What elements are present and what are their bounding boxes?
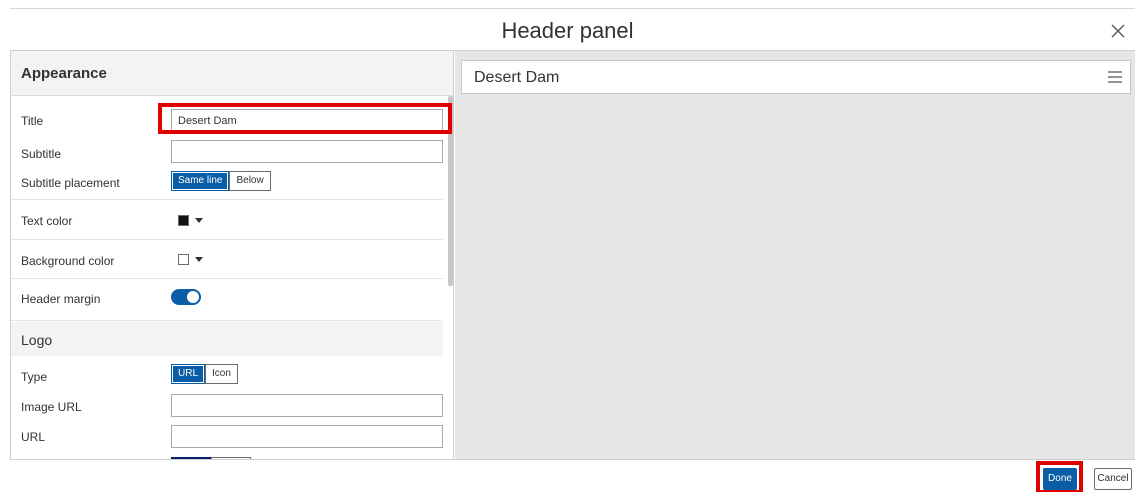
header-margin-toggle[interactable] (171, 289, 201, 305)
type-segmented: URL Icon (171, 364, 238, 384)
header-preview-panel: Desert Dam (455, 51, 1135, 459)
dialog-body: Appearance Title Subtitle Subtitle place… (10, 50, 1135, 460)
below-option[interactable]: Below (229, 171, 271, 191)
title-row: Title (11, 96, 443, 134)
title-input[interactable] (171, 109, 443, 132)
subtitle-placement-label: Subtitle placement (21, 176, 120, 190)
logo-heading: Logo (11, 322, 443, 356)
type-label: Type (21, 370, 48, 384)
appearance-heading: Appearance (11, 51, 453, 96)
text-color-label: Text color (21, 214, 73, 228)
header-margin-row: Header margin (11, 279, 443, 321)
url-row: URL (11, 420, 443, 452)
background-color-label: Background color (21, 254, 115, 268)
settings-scrollbar[interactable] (448, 96, 453, 286)
text-color-swatch[interactable] (178, 215, 189, 226)
background-color-row: Background color (11, 240, 443, 279)
image-url-row: Image URL (11, 390, 443, 420)
dialog-title: Header panel (501, 18, 634, 43)
icon-option[interactable]: Icon (205, 364, 238, 384)
toggle-knob (186, 290, 200, 304)
header-margin-label: Header margin (21, 292, 101, 306)
title-label: Title (21, 114, 44, 128)
background-color-dropdown-icon[interactable] (195, 257, 203, 262)
image-url-input[interactable] (171, 394, 443, 417)
url-option[interactable]: URL (171, 364, 206, 384)
text-color-dropdown-icon[interactable] (195, 218, 203, 223)
image-url-label: Image URL (21, 400, 82, 414)
close-icon[interactable] (1107, 20, 1129, 42)
subtitle-input[interactable] (171, 140, 443, 163)
done-button[interactable]: Done (1043, 468, 1077, 490)
background-color-swatch[interactable] (178, 254, 189, 265)
hamburger-menu-icon[interactable] (1108, 71, 1122, 83)
top-divider (10, 8, 1135, 9)
cut-off-row (11, 452, 443, 459)
subtitle-row: Subtitle (11, 134, 443, 164)
same-line-option[interactable]: Same line (171, 171, 230, 191)
cut-off-segment-on[interactable] (171, 457, 211, 459)
url-label: URL (21, 430, 46, 444)
preview-title: Desert Dam (474, 69, 560, 86)
subtitle-placement-row: Subtitle placement Same line Below (11, 164, 443, 200)
type-row: Type URL Icon (11, 356, 443, 390)
preview-header: Desert Dam (461, 60, 1131, 94)
cut-off-segment-off[interactable] (211, 457, 251, 459)
cancel-button[interactable]: Cancel (1094, 468, 1132, 490)
text-color-row: Text color (11, 200, 443, 240)
settings-panel: Appearance Title Subtitle Subtitle place… (11, 51, 454, 459)
url-input[interactable] (171, 425, 443, 448)
subtitle-placement-segmented: Same line Below (171, 171, 271, 191)
subtitle-label: Subtitle (21, 147, 62, 161)
